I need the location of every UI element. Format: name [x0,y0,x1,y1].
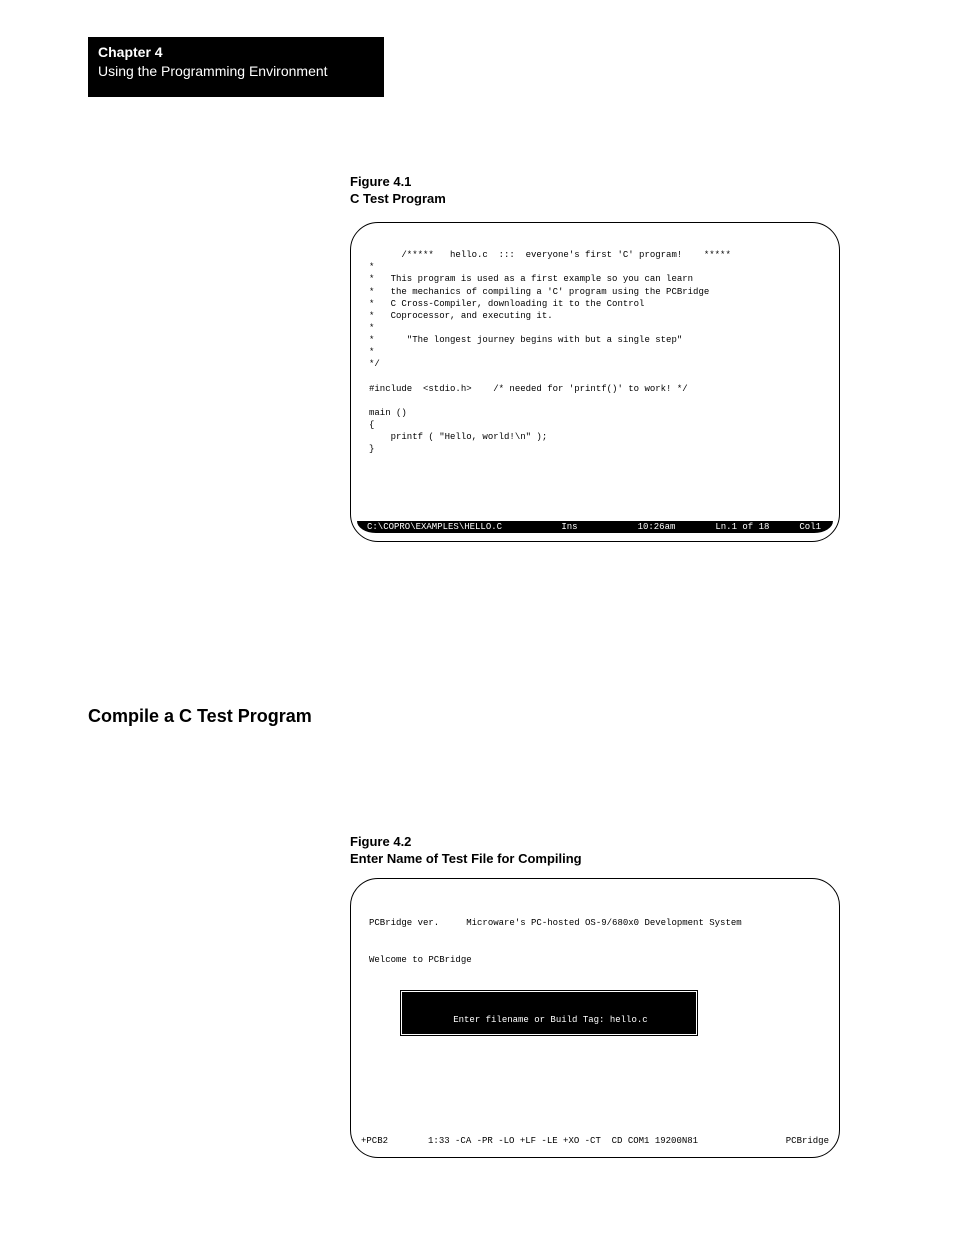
editor-status-bar: C:\COPRO\EXAMPLES\HELLO.C Ins 10:26am Ln… [357,521,833,533]
chapter-title: Using the Programming Environment [98,62,374,81]
chapter-number: Chapter 4 [98,43,374,62]
status-position: Ln.1 of 18 [715,522,769,532]
pcbridge-footer: +PCB2 1:33 -CA -PR -LO +LF -LE +XO -CT C… [361,1135,829,1147]
figure-2-area: PCBridge ver. Microware's PC-hosted OS-9… [351,879,839,1157]
footer-left: +PCB2 [361,1135,388,1147]
figure-2-number: Figure 4.2 [350,834,582,851]
chapter-header-box: Chapter 4 Using the Programming Environm… [88,37,384,97]
pcbridge-banner-line2: Welcome to PCBridge [369,954,821,966]
status-mode: Ins [561,522,577,532]
filename-dialog: Enter filename or Build Tag: hello.c [399,989,699,1037]
status-column: Col1 [799,522,829,532]
footer-right: PCBridge [786,1135,829,1147]
figure-2-label: Figure 4.2 Enter Name of Test File for C… [350,834,582,868]
document-page: Chapter 4 Using the Programming Environm… [0,0,954,1235]
figure-1-terminal: /***** hello.c ::: everyone's first 'C' … [350,222,840,542]
figure-2-title: Enter Name of Test File for Compiling [350,851,582,868]
figure-1-number: Figure 4.1 [350,174,446,191]
section-heading: Compile a C Test Program [88,706,312,727]
pcbridge-banner-line1: PCBridge ver. Microware's PC-hosted OS-9… [369,917,821,929]
filename-prompt: Enter filename or Build Tag: hello.c [453,1015,647,1025]
figure-1-title: C Test Program [350,191,446,208]
figure-2-terminal: PCBridge ver. Microware's PC-hosted OS-9… [350,878,840,1158]
figure-1-code-area: /***** hello.c ::: everyone's first 'C' … [351,223,839,541]
footer-flags: 1:33 -CA -PR -LO +LF -LE +XO -CT CD COM1… [428,1135,786,1147]
status-path: C:\COPRO\EXAMPLES\HELLO.C [361,522,502,532]
figure-1-label: Figure 4.1 C Test Program [350,174,446,208]
c-source-code: /***** hello.c ::: everyone's first 'C' … [369,250,731,454]
status-time: 10:26am [638,522,676,532]
